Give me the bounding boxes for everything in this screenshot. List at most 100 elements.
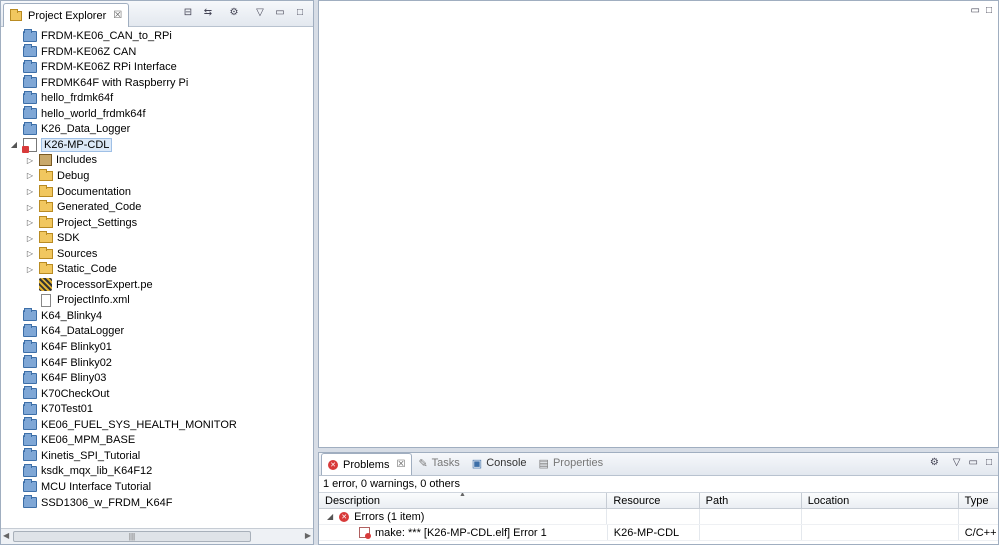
expand-triangle-icon[interactable]: ◢ [327,512,333,521]
error-marker-icon [359,527,371,539]
project-icon [23,106,37,120]
tree-item-label: K64F Bliny03 [41,372,107,385]
tree-item[interactable]: K64_Blinky4 [1,308,313,324]
collapsed-triangle-icon[interactable]: ▷ [25,155,35,165]
collapsed-triangle-icon[interactable]: ▷ [25,171,35,181]
filter-icon[interactable]: ⚙ [227,5,241,19]
collapsed-triangle-icon[interactable]: ▷ [25,249,35,259]
collapsed-triangle-icon[interactable]: ▷ [25,233,35,243]
table-row[interactable]: make: *** [K26-MP-CDL.elf] Error 1 K26-M… [319,525,998,541]
tree-item[interactable]: ProjectInfo.xml [1,292,313,308]
tree-item[interactable]: K64_DataLogger [1,323,313,339]
project-tree[interactable]: FRDM-KE06_CAN_to_RPi FRDM-KE06Z CAN FRDM-K… [1,27,313,528]
tree-item[interactable]: SSD1306_w_FRDM_K64F [1,495,313,511]
tree-item[interactable]: FRDM-KE06_CAN_to_RPi [1,28,313,44]
tree-item[interactable]: FRDM-KE06Z RPi Interface [1,59,313,75]
tree-item-label: Debug [57,169,90,182]
close-icon[interactable]: ☒ [396,459,405,470]
column-resource[interactable]: Resource [607,493,700,508]
collapse-all-icon[interactable]: ⊟ [181,5,195,19]
tree-item[interactable]: ▷ Generated_Code [1,199,313,215]
project-icon [23,90,37,104]
tree-item-label: K64_Blinky4 [41,309,103,322]
tree-item[interactable]: hello_frdmk64f [1,90,313,106]
tree-item[interactable]: K70CheckOut [1,386,313,402]
tree-item[interactable]: ProcessorExpert.pe [1,277,313,293]
collapsed-triangle-icon[interactable]: ▷ [25,187,35,197]
tree-item[interactable]: Kinetis_SPI_Tutorial [1,448,313,464]
scrollbar-thumb[interactable]: ||| [13,531,251,542]
collapsed-triangle-icon[interactable]: ▷ [25,202,35,212]
close-icon[interactable]: ☒ [113,10,122,21]
tree-item[interactable]: hello_world_frdmk64f [1,106,313,122]
tree-item[interactable]: K26_Data_Logger [1,121,313,137]
tree-item[interactable]: MCU Interface Tutorial [1,479,313,495]
collapsed-triangle-icon[interactable]: ▷ [25,264,35,274]
tree-item-label: hello_world_frdmk64f [41,107,146,120]
column-path[interactable]: Path [700,493,802,508]
sort-ascending-icon: ▲ [459,493,466,498]
tree-item-label: Includes [56,154,97,167]
editor-area[interactable]: ▭ □ [318,0,999,448]
tree-item-label: Kinetis_SPI_Tutorial [41,449,141,462]
tree-item-label: K26_Data_Logger [41,123,131,136]
tab-console[interactable]: ▣ Console [466,453,533,475]
tab-project-explorer[interactable]: Project Explorer ☒ [3,3,130,27]
collapsed-triangle-icon[interactable]: ▷ [25,218,35,228]
tree-item[interactable]: ◢ K26-MP-CDL [1,137,313,153]
tree-item[interactable]: ▷ Static_Code [1,261,313,277]
tree-item[interactable]: K64F Blinky01 [1,339,313,355]
tree-item[interactable]: ▷ Debug [1,168,313,184]
tree-item[interactable]: K64F Bliny03 [1,370,313,386]
minimize-icon[interactable]: ▭ [273,5,287,19]
column-type[interactable]: Type [959,493,998,508]
project-explorer-icon [10,8,22,21]
tree-item[interactable]: KE06_FUEL_SYS_HEALTH_MONITOR [1,417,313,433]
horizontal-scrollbar[interactable]: ◀ ||| ▶ [1,528,313,544]
filter-icon[interactable]: ⚙ [930,457,939,468]
errors-group-row[interactable]: ◢ ✕ Errors (1 item) [319,509,998,525]
column-description[interactable]: ▲ Description [319,493,608,508]
tree-item[interactable]: ▷ Includes [1,152,313,168]
tree-item[interactable]: ▷ SDK [1,230,313,246]
tab-tasks[interactable]: ✎ Tasks [412,453,465,475]
column-location[interactable]: Location [802,493,959,508]
tree-item[interactable]: FRDM-KE06Z CAN [1,44,313,60]
maximize-icon[interactable]: □ [986,5,992,16]
tree-item[interactable]: KE06_MPM_BASE [1,432,313,448]
scroll-right-icon[interactable]: ▶ [305,531,311,540]
view-menu-icon[interactable]: ▽ [253,5,267,19]
maximize-icon[interactable]: □ [986,457,992,468]
tree-item-label: FRDM-KE06Z CAN [41,45,137,58]
expanded-triangle-icon[interactable]: ◢ [9,140,19,150]
scroll-left-icon[interactable]: ◀ [3,531,9,540]
tree-item[interactable]: ▷ Documentation [1,184,313,200]
view-menu-icon[interactable]: ▽ [953,457,961,468]
tab-properties[interactable]: ▤ Properties [533,453,610,475]
processor-expert-icon [39,278,52,292]
tree-item[interactable]: K70Test01 [1,401,313,417]
minimize-icon[interactable]: ▭ [971,5,980,16]
tree-item[interactable]: ▷ Project_Settings [1,215,313,231]
tree-item[interactable]: ▷ Sources [1,246,313,262]
tree-item-label: ProjectInfo.xml [57,294,130,307]
tree-item[interactable]: K64F Blinky02 [1,355,313,371]
tree-item[interactable]: FRDMK64F with Raspberry Pi [1,75,313,91]
tab-problems[interactable]: ✕ Problems ☒ [321,453,413,475]
includes-icon [39,154,52,167]
minimize-icon[interactable]: ▭ [969,457,978,468]
project-icon [23,448,37,462]
tab-console-label: Console [486,457,527,469]
tree-item[interactable]: ksdk_mqx_lib_K64F12 [1,463,313,479]
tree-item-label: Sources [57,247,98,260]
maximize-icon[interactable]: □ [293,5,307,19]
link-editor-icon[interactable]: ⇆ [201,5,215,19]
